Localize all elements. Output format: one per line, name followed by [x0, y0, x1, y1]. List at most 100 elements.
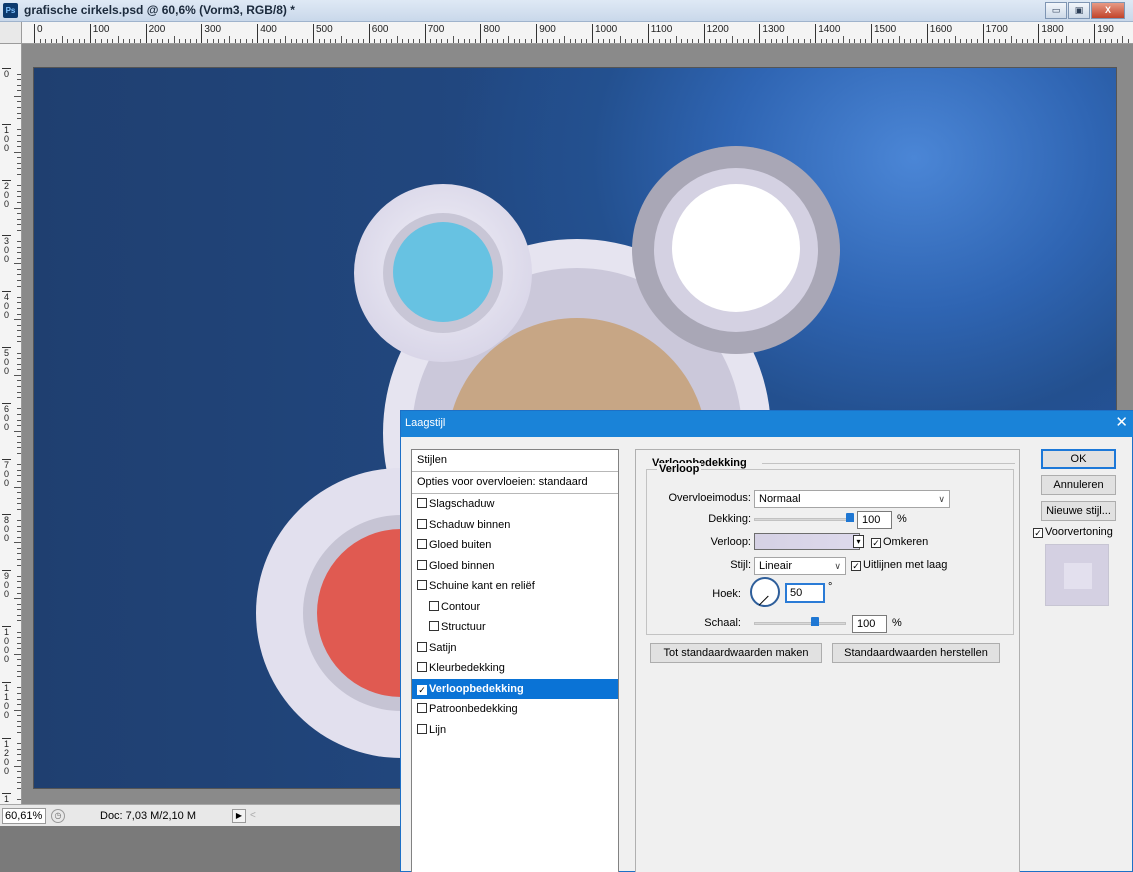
dialog-title-bar[interactable]: Laagstijl ✕	[401, 411, 1133, 437]
ruler-v-minor-tick	[17, 84, 21, 86]
ruler-v-minor-tick	[17, 296, 21, 298]
style-select[interactable]: Lineair ∨	[754, 557, 846, 575]
angle-dial[interactable]	[750, 577, 780, 607]
ruler-h-minor-tick	[915, 39, 917, 43]
opacity-input[interactable]: 100	[857, 511, 892, 529]
scroll-left-icon[interactable]: <	[250, 809, 260, 823]
ruler-v-minor-tick	[17, 771, 21, 773]
opacity-slider-thumb[interactable]	[846, 513, 854, 522]
ruler-h-minor-tick	[73, 39, 75, 43]
style-item-structuur[interactable]: Structuur	[412, 617, 618, 638]
status-menu-arrow-icon[interactable]: ▶	[232, 809, 246, 823]
ruler-h-minor-tick	[117, 36, 119, 43]
style-checkbox-icon[interactable]	[429, 600, 439, 611]
make-default-button[interactable]: Tot standaardwaarden maken	[650, 643, 822, 663]
new-style-button[interactable]: Nieuwe stijl...	[1041, 501, 1116, 521]
dialog-close-icon[interactable]: ✕	[1115, 415, 1128, 431]
style-checkbox-icon[interactable]	[417, 539, 427, 549]
ruler-h-minor-tick	[1066, 36, 1068, 43]
ruler-h-minor-tick	[547, 39, 549, 43]
close-icon[interactable]: X	[1091, 2, 1125, 19]
ruler-h-minor-tick	[1049, 39, 1051, 43]
style-item-gloed-binnen[interactable]: Gloed binnen	[412, 556, 618, 577]
ruler-h-minor-tick	[731, 36, 733, 43]
ruler-h-minor-tick	[943, 39, 945, 43]
ruler-h-minor-tick	[921, 39, 923, 43]
ruler-v-minor-tick	[14, 263, 21, 265]
ruler-v-label: 700	[2, 458, 11, 488]
style-item-gloed-buiten[interactable]: Gloed buiten	[412, 535, 618, 556]
ruler-h-minor-tick	[458, 39, 460, 43]
style-checkbox-icon[interactable]	[417, 580, 427, 590]
style-item-patroonbedekking[interactable]: Patroonbedekking	[412, 699, 618, 720]
ruler-h-minor-tick	[1110, 39, 1112, 43]
ruler-h-minor-tick	[301, 39, 303, 43]
ruler-h-minor-tick	[898, 36, 900, 43]
ruler-corner[interactable]	[0, 22, 22, 44]
style-checkbox-icon[interactable]: ✓	[417, 684, 427, 695]
ruler-h-minor-tick	[134, 39, 136, 43]
preview-checkbox[interactable]: ✓ Voorvertoning	[1033, 526, 1113, 538]
ruler-v-minor-tick	[17, 229, 21, 231]
ruler-h-minor-tick	[223, 39, 225, 43]
ruler-v-minor-tick	[17, 492, 21, 494]
style-item-kleurbedekking[interactable]: Kleurbedekking	[412, 658, 618, 679]
ruler-h-minor-tick	[463, 39, 465, 43]
gradient-dropdown-icon[interactable]: ▾	[853, 535, 864, 548]
styles-header[interactable]: Stijlen	[412, 450, 618, 472]
style-item-schuine-kant-en-reli-f[interactable]: Schuine kant en reliëf	[412, 576, 618, 597]
style-item-slagschaduw[interactable]: Slagschaduw	[412, 494, 618, 515]
style-checkbox-icon[interactable]	[417, 662, 427, 672]
white-circle	[672, 184, 800, 312]
ruler-v-minor-tick	[17, 330, 21, 332]
blend-mode-select[interactable]: Normaal ∨	[754, 490, 950, 508]
ruler-v-label: 300	[2, 235, 11, 265]
scale-input[interactable]: 100	[852, 615, 887, 633]
zoom-field[interactable]: 60,61%	[2, 808, 46, 824]
style-item-satijn[interactable]: Satijn	[412, 638, 618, 659]
ruler-h-minor-tick	[681, 39, 683, 43]
style-checkbox-icon[interactable]	[429, 621, 439, 631]
reverse-checkbox[interactable]: ✓ Omkeren	[871, 536, 928, 548]
horizontal-ruler[interactable]: 0 100 200 300 400 500 600 700 800 900 1000 1100 1200…	[0, 22, 1133, 44]
minimize-icon[interactable]: ▭	[1045, 2, 1067, 19]
ruler-v-minor-tick	[17, 224, 21, 226]
style-item-lijn[interactable]: Lijn	[412, 720, 618, 741]
ruler-h-minor-tick	[318, 39, 320, 43]
scale-slider[interactable]	[754, 617, 846, 626]
ruler-v-minor-tick	[14, 486, 21, 488]
ruler-h-minor-tick	[820, 39, 822, 43]
scale-slider-thumb[interactable]	[811, 617, 820, 626]
blending-options-item[interactable]: Opties voor overvloeien: standaard	[412, 472, 618, 494]
vertical-ruler[interactable]: 0 100 200 300 400 500 600 700 800 900 1000 1100 1200…	[0, 44, 22, 804]
maximize-icon[interactable]: ▣	[1068, 2, 1090, 19]
ruler-v-minor-tick	[17, 464, 21, 466]
cancel-button[interactable]: Annuleren	[1041, 475, 1116, 495]
opacity-slider[interactable]	[754, 513, 854, 522]
style-checkbox-icon[interactable]	[417, 723, 427, 734]
ruler-h-minor-tick	[1060, 39, 1062, 43]
ok-button[interactable]: OK	[1041, 449, 1116, 469]
ruler-h-minor-tick	[737, 39, 739, 43]
style-item-contour[interactable]: Contour	[412, 597, 618, 618]
ruler-h-minor-tick	[575, 39, 577, 43]
style-item-schaduw-binnen[interactable]: Schaduw binnen	[412, 515, 618, 536]
ruler-h-minor-tick	[1071, 39, 1073, 43]
gradient-swatch[interactable]	[754, 533, 860, 550]
document-title-bar[interactable]: Ps grafische cirkels.psd @ 60,6% (Vorm3,…	[0, 0, 1133, 22]
style-checkbox-icon[interactable]	[417, 641, 427, 652]
ruler-v-minor-tick	[17, 692, 21, 694]
reset-default-button[interactable]: Standaardwaarden herstellen	[832, 643, 1000, 663]
angle-input[interactable]: 50	[785, 583, 825, 603]
style-checkbox-icon[interactable]	[417, 703, 427, 713]
style-item-verloopbedekking[interactable]: ✓ Verloopbedekking	[412, 678, 618, 699]
style-item-label: Schuine kant en reliëf	[429, 580, 535, 592]
style-checkbox-icon[interactable]	[417, 498, 427, 508]
style-checkbox-icon[interactable]	[417, 559, 427, 570]
align-with-layer-checkbox[interactable]: ✓ Uitlijnen met laag	[851, 559, 947, 571]
ruler-h-minor-tick	[1099, 39, 1101, 43]
zoom-options-icon[interactable]: ◷	[51, 809, 65, 823]
ruler-h-minor-tick	[402, 39, 404, 43]
style-checkbox-icon[interactable]	[417, 518, 427, 529]
ruler-h-minor-tick	[876, 39, 878, 43]
